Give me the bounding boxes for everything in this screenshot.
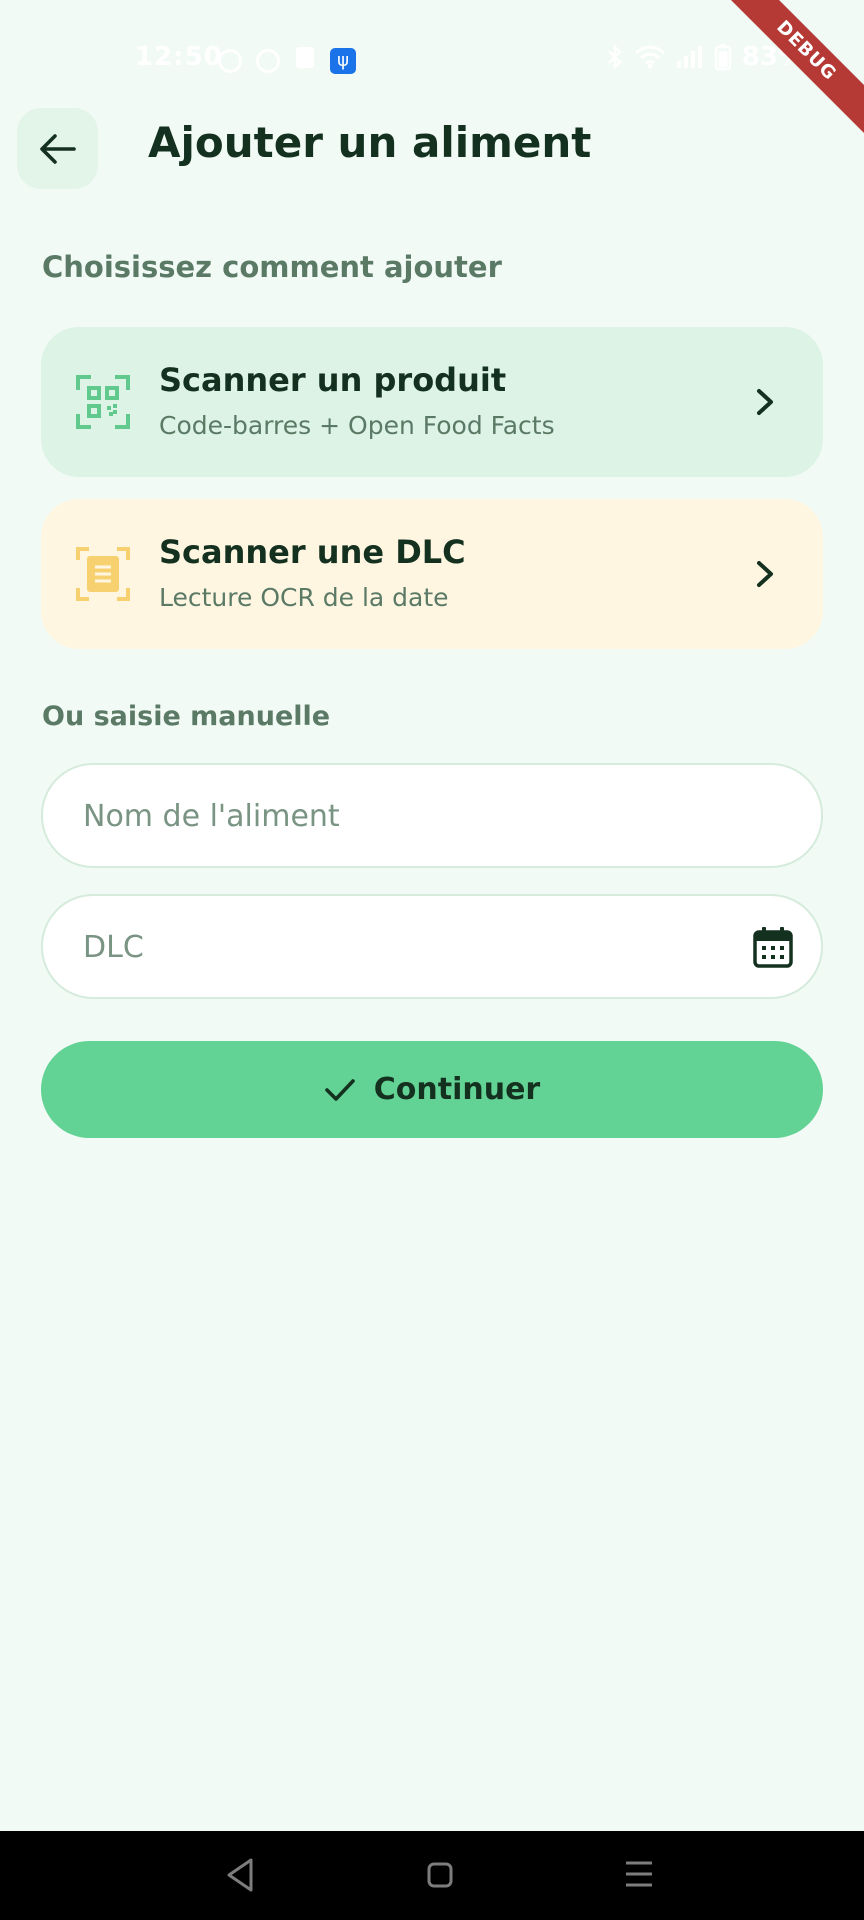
bluetooth-icon (607, 44, 622, 70)
back-button[interactable] (17, 108, 98, 189)
system-nav-bar (0, 1831, 864, 1920)
signal-icon (676, 46, 702, 68)
scan-date-option[interactable]: Scanner une DLC Lecture OCR de la date (41, 499, 823, 649)
page-title: Ajouter un aliment (148, 118, 592, 167)
clipboard-icon (294, 44, 316, 77)
status-time: 12:50 (135, 42, 223, 72)
arrow-back-icon (39, 133, 76, 164)
status-bar: 12:50 ψ 83% DEBUG (0, 0, 864, 141)
wifi-icon (634, 45, 665, 69)
continue-button[interactable]: Continuer (41, 1041, 823, 1138)
check-icon (324, 1078, 355, 1101)
date-field[interactable] (41, 894, 823, 999)
nav-menu-icon[interactable] (624, 1859, 654, 1889)
date-input[interactable] (81, 896, 705, 999)
scan-product-option[interactable]: Scanner un produit Code-barres + Open Fo… (41, 327, 823, 477)
chevron-right-icon (757, 561, 773, 587)
choose-section-label: Choisissez comment ajouter (42, 250, 502, 284)
chevron-right-icon (757, 389, 773, 415)
food-name-field[interactable] (41, 763, 823, 868)
option-subtitle: Code-barres + Open Food Facts (159, 411, 555, 440)
sync-icon (218, 48, 242, 73)
option-title: Scanner une DLC (159, 533, 466, 571)
nav-back-icon[interactable] (225, 1857, 255, 1893)
option-title: Scanner un produit (159, 361, 507, 399)
manual-section-label: Ou saisie manuelle (42, 701, 331, 732)
document-scan-icon (76, 547, 130, 601)
screen: 12:50 ψ 83% DEBUG Ajouter un aliment Cho… (0, 0, 864, 1920)
timer-icon (256, 48, 280, 73)
status-right: 83% (606, 42, 804, 72)
option-subtitle: Lecture OCR de la date (159, 583, 449, 612)
qr-scan-icon (76, 375, 130, 429)
usb-icon: ψ (330, 47, 356, 74)
calendar-icon[interactable] (753, 926, 793, 968)
battery-icon (714, 44, 732, 71)
food-name-input[interactable] (81, 765, 705, 868)
continue-label: Continuer (373, 1072, 541, 1107)
nav-home-icon[interactable] (426, 1861, 454, 1889)
notification-icons: ψ (218, 44, 356, 77)
